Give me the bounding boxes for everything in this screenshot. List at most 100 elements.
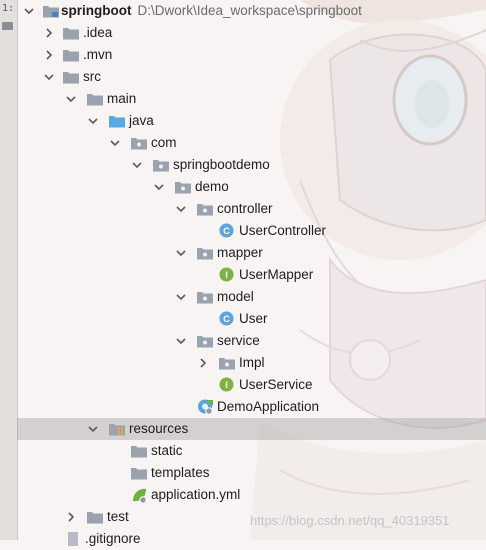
tree-row-demoapplication[interactable]: DemoApplication <box>17 396 486 418</box>
folder-icon <box>63 28 79 40</box>
tree-row-usermapper[interactable]: I UserMapper <box>17 264 486 286</box>
svg-text:C: C <box>223 226 230 236</box>
tree-row-com[interactable]: com <box>17 132 486 154</box>
tree-row-demo[interactable]: demo <box>17 176 486 198</box>
tree-row-userservice[interactable]: I UserService <box>17 374 486 396</box>
tree-row-mvn[interactable]: .mvn <box>17 44 486 66</box>
class-icon: C <box>219 223 234 238</box>
chevron-down-icon[interactable] <box>109 137 121 149</box>
resources-folder-icon <box>109 424 125 436</box>
tree-row-service[interactable]: service <box>17 330 486 352</box>
interface-icon: I <box>219 267 234 282</box>
chevron-right-icon[interactable] <box>197 357 209 369</box>
tree-label: service <box>217 333 260 348</box>
watermark: https://blog.csdn.net/qq_40319351 <box>250 513 450 528</box>
tool-window-gutter: 1: <box>0 0 18 540</box>
folder-icon <box>2 22 13 30</box>
tree-label: User <box>239 311 268 326</box>
tree-row-springboot[interactable]: springboot D:\Dwork\Idea_workspace\spring… <box>17 0 486 22</box>
chevron-down-icon[interactable] <box>131 159 143 171</box>
chevron-down-icon[interactable] <box>175 203 187 215</box>
chevron-right-icon[interactable] <box>43 27 55 39</box>
chevron-down-icon[interactable] <box>43 71 55 83</box>
tree-label: UserService <box>239 377 313 392</box>
project-label: springboot D:\Dwork\Idea_workspace\spring… <box>61 3 362 19</box>
folder-icon <box>63 50 79 62</box>
tree-row-main[interactable]: main <box>17 88 486 110</box>
project-name: springboot <box>61 3 132 18</box>
tree-row-impl[interactable]: Impl <box>17 352 486 374</box>
tree-row-gitignore[interactable]: .gitignore <box>17 528 486 550</box>
package-icon <box>197 292 213 304</box>
package-icon <box>153 160 169 172</box>
tree-label: java <box>129 113 154 128</box>
tree-row-user[interactable]: C User <box>17 308 486 330</box>
tree-row-src[interactable]: src <box>17 66 486 88</box>
tree-label: model <box>217 289 254 304</box>
tree-row-applicationyml[interactable]: application.yml <box>17 484 486 506</box>
package-icon <box>197 336 213 348</box>
package-icon <box>197 204 213 216</box>
tree-label: application.yml <box>151 487 241 502</box>
tree-label: main <box>107 91 137 106</box>
tree-label: static <box>151 443 183 458</box>
package-icon <box>197 248 213 260</box>
folder-icon <box>131 446 147 458</box>
tree-label: .idea <box>83 25 113 40</box>
chevron-down-icon[interactable] <box>175 291 187 303</box>
chevron-down-icon[interactable] <box>65 93 77 105</box>
folder-icon <box>131 468 147 480</box>
tree-label: src <box>83 69 101 84</box>
tree-label: UserMapper <box>239 267 314 282</box>
module-folder-icon <box>43 6 59 18</box>
chevron-down-icon[interactable] <box>87 115 99 127</box>
tree-row-mapper[interactable]: mapper <box>17 242 486 264</box>
class-icon: C <box>219 311 234 326</box>
tree-label: controller <box>217 201 273 216</box>
chevron-down-icon[interactable] <box>153 181 165 193</box>
tree-row-java[interactable]: java <box>17 110 486 132</box>
chevron-down-icon[interactable] <box>87 423 99 435</box>
tree-label: springbootdemo <box>173 157 270 172</box>
tree-label: .gitignore <box>85 531 141 546</box>
tree-row-idea[interactable]: .idea <box>17 22 486 44</box>
spring-config-file-icon <box>133 488 147 504</box>
svg-text:I: I <box>225 380 228 390</box>
tree-row-springbootdemo[interactable]: springbootdemo <box>17 154 486 176</box>
tree-label: UserController <box>239 223 327 238</box>
svg-text:I: I <box>225 270 228 280</box>
chevron-down-icon[interactable] <box>175 247 187 259</box>
package-icon <box>219 358 235 370</box>
spring-boot-application-icon <box>198 399 213 415</box>
file-icon <box>68 532 78 546</box>
interface-icon: I <box>219 377 234 392</box>
tree-row-controller[interactable]: controller <box>17 198 486 220</box>
tree-label: demo <box>195 179 229 194</box>
svg-text:C: C <box>223 314 230 324</box>
tree-row-templates[interactable]: templates <box>17 462 486 484</box>
gutter-label: 1: <box>2 3 15 14</box>
package-icon <box>175 182 191 194</box>
tree-row-static[interactable]: static <box>17 440 486 462</box>
tree-row-usercontroller[interactable]: C UserController <box>17 220 486 242</box>
tree-label: .mvn <box>83 47 113 62</box>
tree-label: DemoApplication <box>217 399 320 414</box>
chevron-right-icon[interactable] <box>65 511 77 523</box>
tree-label: mapper <box>217 245 263 260</box>
project-path: D:\Dwork\Idea_workspace\springboot <box>137 3 362 18</box>
folder-icon <box>87 94 103 106</box>
tree-row-model[interactable]: model <box>17 286 486 308</box>
tree-label: templates <box>151 465 210 480</box>
tree-label: test <box>107 509 129 524</box>
tree-label: Impl <box>239 355 265 370</box>
package-icon <box>131 138 147 150</box>
chevron-down-icon[interactable] <box>175 335 187 347</box>
chevron-down-icon[interactable] <box>23 5 35 17</box>
tree-label: resources <box>129 421 189 436</box>
folder-icon <box>63 72 79 84</box>
tree-row-resources[interactable]: resources <box>17 418 486 440</box>
source-folder-icon <box>109 116 125 128</box>
chevron-right-icon[interactable] <box>43 49 55 61</box>
tree-label: com <box>151 135 177 150</box>
folder-icon <box>87 512 103 524</box>
